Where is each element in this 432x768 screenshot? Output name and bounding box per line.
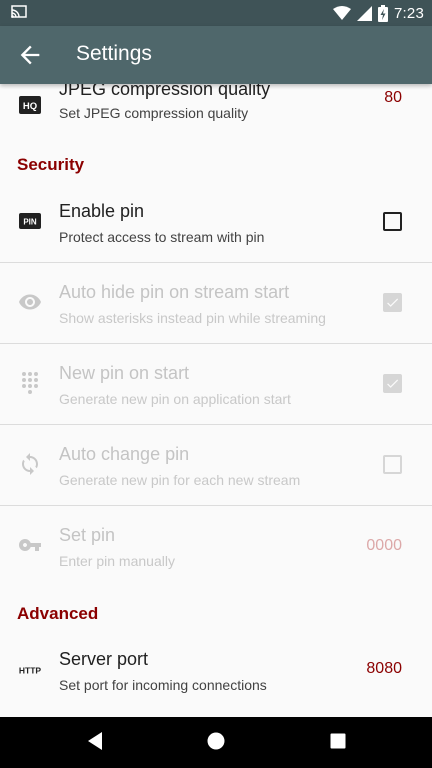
- pref-title: New pin on start: [59, 363, 190, 383]
- hq-icon: HQ: [18, 93, 42, 117]
- pref-summary: Generate new pin for each new stream: [59, 472, 301, 488]
- enable-pin-checkbox[interactable]: [383, 212, 402, 231]
- page-title: Settings: [76, 42, 152, 65]
- auto-change-checkbox[interactable]: [383, 455, 402, 474]
- pin-icon: PIN: [18, 209, 42, 233]
- pref-title: JPEG compression quality: [59, 84, 271, 99]
- pref-value: 0000: [366, 537, 402, 554]
- pref-auto-change-pin[interactable]: Auto change pin Generate new pin for eac…: [0, 425, 432, 506]
- pref-title: Set pin: [59, 525, 116, 545]
- pref-summary: Set port for incoming connections: [59, 677, 267, 693]
- pref-value: 8080: [366, 660, 402, 677]
- pref-title: Auto change pin: [59, 444, 190, 464]
- navigation-bar: [0, 717, 432, 768]
- category-advanced: Advanced: [17, 604, 99, 623]
- pref-new-pin-on-start[interactable]: New pin on start Generate new pin on app…: [0, 344, 432, 425]
- svg-text:HQ: HQ: [23, 101, 37, 112]
- app-bar: Settings: [0, 26, 432, 84]
- pref-server-port[interactable]: HTTP Server port Set port for incoming c…: [0, 640, 432, 717]
- pref-summary: Show asterisks instead pin while streami…: [59, 310, 326, 326]
- sync-icon: [18, 452, 42, 476]
- category-security: Security: [17, 155, 85, 174]
- clock: 7:23: [394, 4, 424, 22]
- pref-summary: Enter pin manually: [59, 553, 175, 569]
- pref-value: 80: [384, 89, 402, 106]
- battery-charging-icon: [378, 4, 388, 22]
- cast-icon: [11, 5, 27, 18]
- svg-text:PIN: PIN: [23, 218, 37, 227]
- status-bar: 7:23: [0, 0, 432, 26]
- home-nav-icon[interactable]: [206, 731, 226, 751]
- pref-title: Enable pin: [59, 201, 145, 221]
- settings-list[interactable]: HQ JPEG compression quality Set JPEG com…: [0, 84, 432, 717]
- dialpad-icon: [18, 371, 42, 395]
- pref-summary: Set JPEG compression quality: [59, 105, 249, 121]
- recents-nav-icon[interactable]: [329, 731, 347, 751]
- pref-summary: Protect access to stream with pin: [59, 229, 265, 245]
- key-icon: [18, 533, 42, 557]
- new-pin-checkbox[interactable]: [383, 374, 402, 393]
- pref-auto-hide-pin[interactable]: Auto hide pin on stream start Show aster…: [0, 263, 432, 344]
- svg-text:HTTP: HTTP: [19, 666, 42, 676]
- pref-title: Server port: [59, 649, 149, 669]
- wifi-icon: [333, 5, 351, 20]
- pref-enable-pin[interactable]: PIN Enable pin Protect access to stream …: [0, 182, 432, 263]
- back-arrow-icon[interactable]: [16, 41, 44, 69]
- pref-title: Auto hide pin on stream start: [59, 282, 290, 302]
- back-nav-icon[interactable]: [86, 731, 104, 751]
- auto-hide-checkbox[interactable]: [383, 293, 402, 312]
- pref-summary: Generate new pin on application start: [59, 391, 291, 407]
- eye-icon: [18, 290, 42, 314]
- pref-jpeg-quality[interactable]: HQ JPEG compression quality Set JPEG com…: [0, 84, 432, 144]
- http-icon: HTTP: [16, 658, 44, 682]
- signal-icon: [357, 5, 372, 21]
- pref-set-pin[interactable]: Set pin Enter pin manually 0000: [0, 506, 432, 587]
